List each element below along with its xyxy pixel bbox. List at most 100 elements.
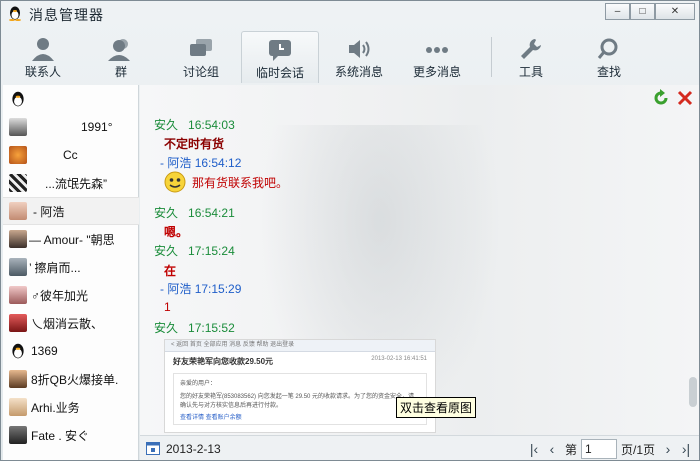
avatar	[9, 398, 27, 416]
close-button[interactable]: ✕	[655, 3, 695, 20]
list-item[interactable]: ...流氓先森”	[3, 169, 139, 197]
message-time: 17:15:24	[188, 244, 235, 258]
qq-penguin-icon	[12, 91, 24, 107]
contact-name: 乀烟消云散、	[31, 316, 104, 331]
list-item[interactable]: 乀烟消云散、	[3, 309, 139, 337]
tab-search[interactable]: 查找	[573, 31, 645, 83]
tab-system-messages[interactable]: 系统消息	[323, 31, 395, 83]
sender-name: 安久	[154, 321, 179, 335]
list-item[interactable]: Arhi.业务	[3, 393, 139, 421]
contact-name: — Amour- "朝思	[29, 232, 115, 247]
message-time: 16:54:12	[194, 156, 242, 170]
prev-page-button[interactable]: ‹	[543, 440, 561, 458]
message-text: 不定时有货	[164, 137, 225, 151]
thumbnail-nav-bar: < 返回 首页 全部应用 消息 反馈 帮助 退出登录	[165, 340, 435, 352]
tab-contacts[interactable]: 联系人	[7, 31, 79, 83]
message-header: 安久 17:15:24	[154, 242, 235, 259]
tab-label: 联系人	[24, 65, 61, 79]
pagination: |‹ ‹ 第 1 页/1页 › ›|	[525, 439, 695, 459]
search-icon	[597, 38, 618, 59]
contact-name: ♂彼年加光	[31, 288, 89, 303]
first-page-button[interactable]: |‹	[525, 440, 543, 458]
delete-icon[interactable]	[676, 89, 694, 107]
avatar	[9, 426, 27, 444]
page-suffix: 页/1页	[620, 442, 655, 457]
list-item[interactable]	[3, 85, 139, 113]
message-text: 在	[164, 264, 177, 278]
smiley-emoji-icon	[164, 171, 186, 193]
tab-label: 工具	[518, 65, 543, 79]
list-item[interactable]: ’ 擦肩而...	[3, 253, 139, 281]
qq-penguin-icon	[12, 343, 24, 359]
contact-name: 8折QB火爆接单.	[31, 372, 119, 387]
refresh-icon[interactable]	[652, 89, 670, 107]
scrollbar-thumb[interactable]	[689, 377, 697, 407]
list-item[interactable]: ♂彼年加光	[3, 281, 139, 309]
tab-tools[interactable]: 工具	[495, 31, 567, 83]
minimize-button[interactable]: –	[605, 3, 630, 20]
toolbar-divider	[491, 37, 492, 77]
last-page-button[interactable]: ›|	[677, 440, 695, 458]
message-history-pane[interactable]: 安久 16:54:03 不定时有货 - 阿浩 16:54:12 那有货联系我吧。…	[140, 85, 699, 435]
message-time: 17:15:29	[194, 282, 242, 296]
title-bar: 消息管理器 – □ ✕	[1, 1, 699, 27]
contact-name: ...流氓先森”	[45, 176, 107, 191]
avatar	[9, 146, 27, 164]
tab-label: 系统消息	[334, 65, 383, 79]
calendar-icon[interactable]	[146, 441, 160, 455]
thumbnail-body: 亲爱的用户： 您的好友荣艳军(853083562) 向您发起一笔 29.50 元…	[173, 373, 427, 425]
avatar	[9, 286, 27, 304]
tab-more-messages[interactable]: 更多消息	[401, 31, 473, 83]
thumbnail-title-text: 好友荣艳军向您收款29.50元	[173, 357, 274, 366]
contact-name: ’ 擦肩而...	[29, 260, 81, 275]
tab-temp-chat[interactable]: 临时会话	[241, 31, 319, 83]
message-text: 1	[164, 300, 171, 314]
message-text: 那有货联系我吧。	[192, 175, 289, 190]
thumbnail-links: 查看详情 查看账户余额	[180, 415, 242, 421]
page-prefix: 第	[564, 442, 577, 457]
person-icon	[32, 38, 54, 61]
list-item[interactable]: 1369	[3, 337, 139, 365]
message-header: - 阿浩 16:54:12	[160, 154, 241, 171]
discussion-icon	[190, 39, 212, 56]
message-time: 16:54:21	[188, 206, 235, 220]
speaker-icon	[349, 40, 370, 58]
qq-penguin-icon	[9, 6, 21, 21]
tab-label: 讨论组	[182, 65, 219, 79]
window-controls: – □ ✕	[605, 3, 695, 20]
tab-discussions[interactable]: 讨论组	[165, 31, 237, 83]
message-image-thumbnail[interactable]: < 返回 首页 全部应用 消息 反馈 帮助 退出登录 好友荣艳军向您收款29.5…	[164, 339, 436, 433]
list-item[interactable]: - 阿浩	[3, 197, 139, 225]
list-item[interactable]: Fate . 安ぐ	[3, 421, 139, 449]
avatar	[9, 202, 27, 220]
list-item[interactable]: 8折QB火爆接单.	[3, 365, 139, 393]
list-item[interactable]: 1991°	[3, 113, 139, 141]
contact-name: Arhi.业务	[31, 400, 80, 415]
footer-bar: 2013-2-13 |‹ ‹ 第 1 页/1页 › ›|	[140, 435, 699, 460]
thumbnail-text: 您的好友荣艳军(853083562) 向您发起一笔 29.50 元的收款请求。为…	[180, 394, 415, 409]
window-title: 消息管理器	[29, 8, 104, 24]
page-number-input[interactable]: 1	[580, 439, 617, 459]
message-time: 16:54:03	[188, 118, 235, 132]
main-toolbar: 联系人 群 讨论组 临时会话 系统消息 更多消息 工具 查找	[1, 31, 699, 83]
list-item[interactable]: Cc	[3, 141, 139, 169]
group-icon	[108, 39, 130, 61]
next-page-button[interactable]: ›	[659, 440, 677, 458]
tab-label: 更多消息	[412, 65, 461, 79]
thumbnail-date: 2013-02-13 16:41:51	[371, 356, 427, 362]
list-item[interactable]: — Amour- "朝思	[3, 225, 139, 253]
tab-label: 临时会话	[255, 66, 304, 80]
contact-name: Cc	[63, 148, 78, 162]
tab-groups[interactable]: 群	[85, 31, 157, 83]
maximize-button[interactable]: □	[630, 3, 655, 20]
wrench-icon	[521, 39, 541, 59]
thumbnail-title: 好友荣艳军向您收款29.50元 2013-02-13 16:41:51	[165, 352, 435, 371]
avatar	[9, 314, 27, 332]
current-date: 2013-2-13	[166, 442, 221, 456]
message-header: 安久 16:54:03	[154, 116, 235, 133]
avatar	[9, 370, 27, 388]
contact-name: Fate . 安ぐ	[31, 428, 90, 443]
thumbnail-greeting: 亲爱的用户：	[180, 381, 217, 387]
message-manager-window: 消息管理器 – □ ✕ 联系人 群 讨论组 临时会话 系统消息 更多消息 工具 …	[0, 0, 700, 461]
sender-name: 安久	[154, 206, 179, 220]
